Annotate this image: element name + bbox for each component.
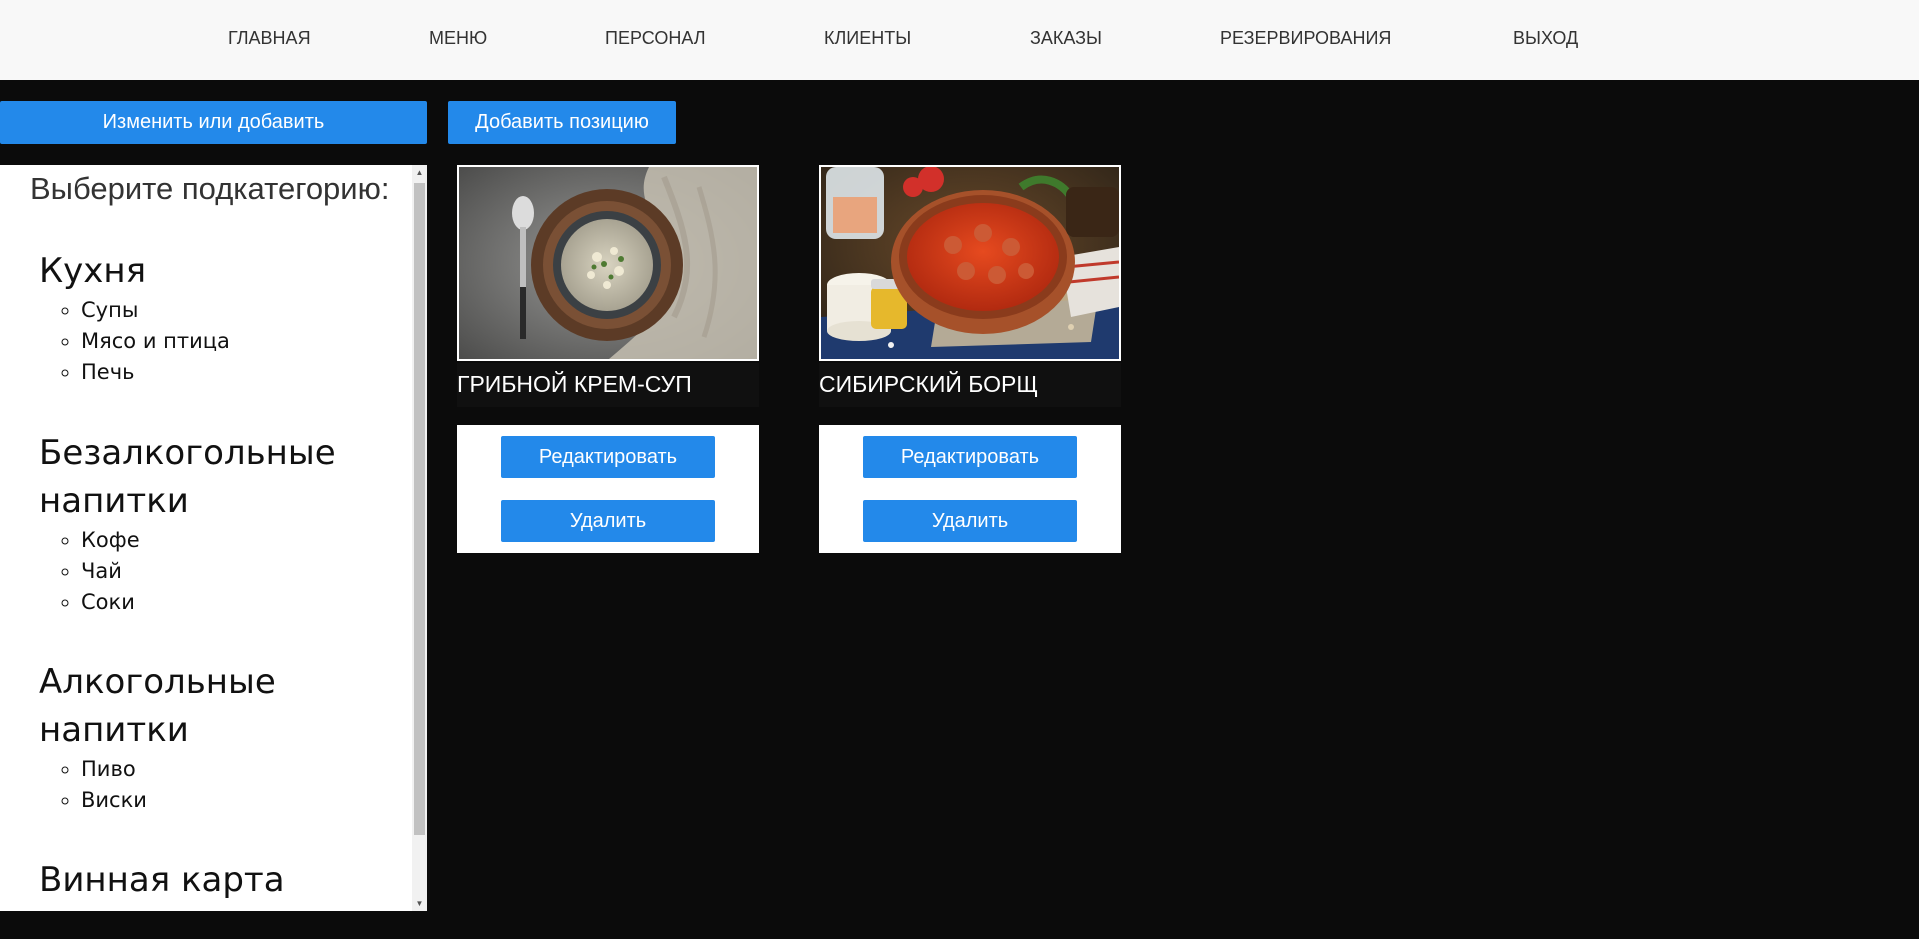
category-kitchen: Кухня Супы Мясо и птица Печь [39, 247, 369, 388]
scroll-thumb[interactable] [414, 183, 425, 835]
subcategory-item[interactable]: Пиво [81, 754, 369, 785]
subcategory-item[interactable]: Мясо и птица [81, 326, 369, 357]
category-title[interactable]: Алкогольные напитки [39, 658, 369, 754]
card-actions: Редактировать Удалить [457, 425, 759, 553]
subcategory-sidebar[interactable]: Выберите подкатегорию: Кухня Супы Мясо и… [0, 165, 427, 911]
category-title[interactable]: Кухня [39, 247, 369, 295]
category-title[interactable]: Безалкогольные напитки [39, 429, 369, 525]
edit-button[interactable]: Редактировать [863, 436, 1077, 478]
nav-item-orders[interactable]: ЗАКАЗЫ [1030, 28, 1102, 49]
mushroom-soup-image [459, 167, 757, 359]
borscht-image [821, 167, 1119, 359]
edit-button[interactable]: Редактировать [501, 436, 715, 478]
category-alcoholic-drinks: Алкогольные напитки Пиво Виски [39, 658, 369, 816]
menu-item-card: ГРИБНОЙ КРЕМ-СУП Редактировать Удалить [457, 165, 759, 554]
subcategory-item[interactable]: Печь [81, 357, 369, 388]
category-wine-list: Винная карта [39, 856, 369, 904]
card-actions: Редактировать Удалить [819, 425, 1121, 553]
sidebar-heading: Выберите подкатегорию: [30, 171, 390, 206]
delete-button[interactable]: Удалить [863, 500, 1077, 542]
subcategory-item[interactable]: Чай [81, 556, 369, 587]
subcategory-item[interactable]: Виски [81, 785, 369, 816]
delete-button[interactable]: Удалить [501, 500, 715, 542]
subcategory-list: Супы Мясо и птица Печь [39, 295, 369, 388]
nav-item-clients[interactable]: КЛИЕНТЫ [824, 28, 911, 49]
subcategory-item[interactable]: Кофе [81, 525, 369, 556]
scroll-down-arrow-icon[interactable]: ▼ [412, 896, 427, 911]
top-navigation: ГЛАВНАЯ МЕНЮ ПЕРСОНАЛ КЛИЕНТЫ ЗАКАЗЫ РЕЗ… [0, 0, 1919, 80]
nav-item-menu[interactable]: МЕНЮ [429, 28, 487, 49]
subcategory-item[interactable]: Соки [81, 587, 369, 618]
category-title[interactable]: Винная карта [39, 856, 369, 904]
subcategory-item[interactable]: Супы [81, 295, 369, 326]
sidebar-scrollbar[interactable]: ▲ ▼ [412, 165, 427, 911]
nav-item-reservations[interactable]: РЕЗЕРВИРОВАНИЯ [1220, 28, 1391, 49]
scroll-up-arrow-icon[interactable]: ▲ [412, 165, 427, 180]
add-item-button[interactable]: Добавить позицию [448, 101, 676, 144]
nav-item-logout[interactable]: ВЫХОД [1513, 28, 1578, 49]
dish-image [819, 165, 1121, 361]
category-soft-drinks: Безалкогольные напитки Кофе Чай Соки [39, 429, 369, 618]
subcategory-list: Кофе Чай Соки [39, 525, 369, 618]
dish-title: ГРИБНОЙ КРЕМ-СУП [457, 363, 759, 407]
menu-item-card: СИБИРСКИЙ БОРЩ Редактировать Удалить [819, 165, 1121, 554]
nav-item-staff[interactable]: ПЕРСОНАЛ [605, 28, 706, 49]
edit-or-add-button[interactable]: Изменить или добавить [0, 101, 427, 144]
dish-title: СИБИРСКИЙ БОРЩ [819, 363, 1121, 407]
nav-item-home[interactable]: ГЛАВНАЯ [228, 28, 311, 49]
subcategory-list: Пиво Виски [39, 754, 369, 816]
dish-image [457, 165, 759, 361]
